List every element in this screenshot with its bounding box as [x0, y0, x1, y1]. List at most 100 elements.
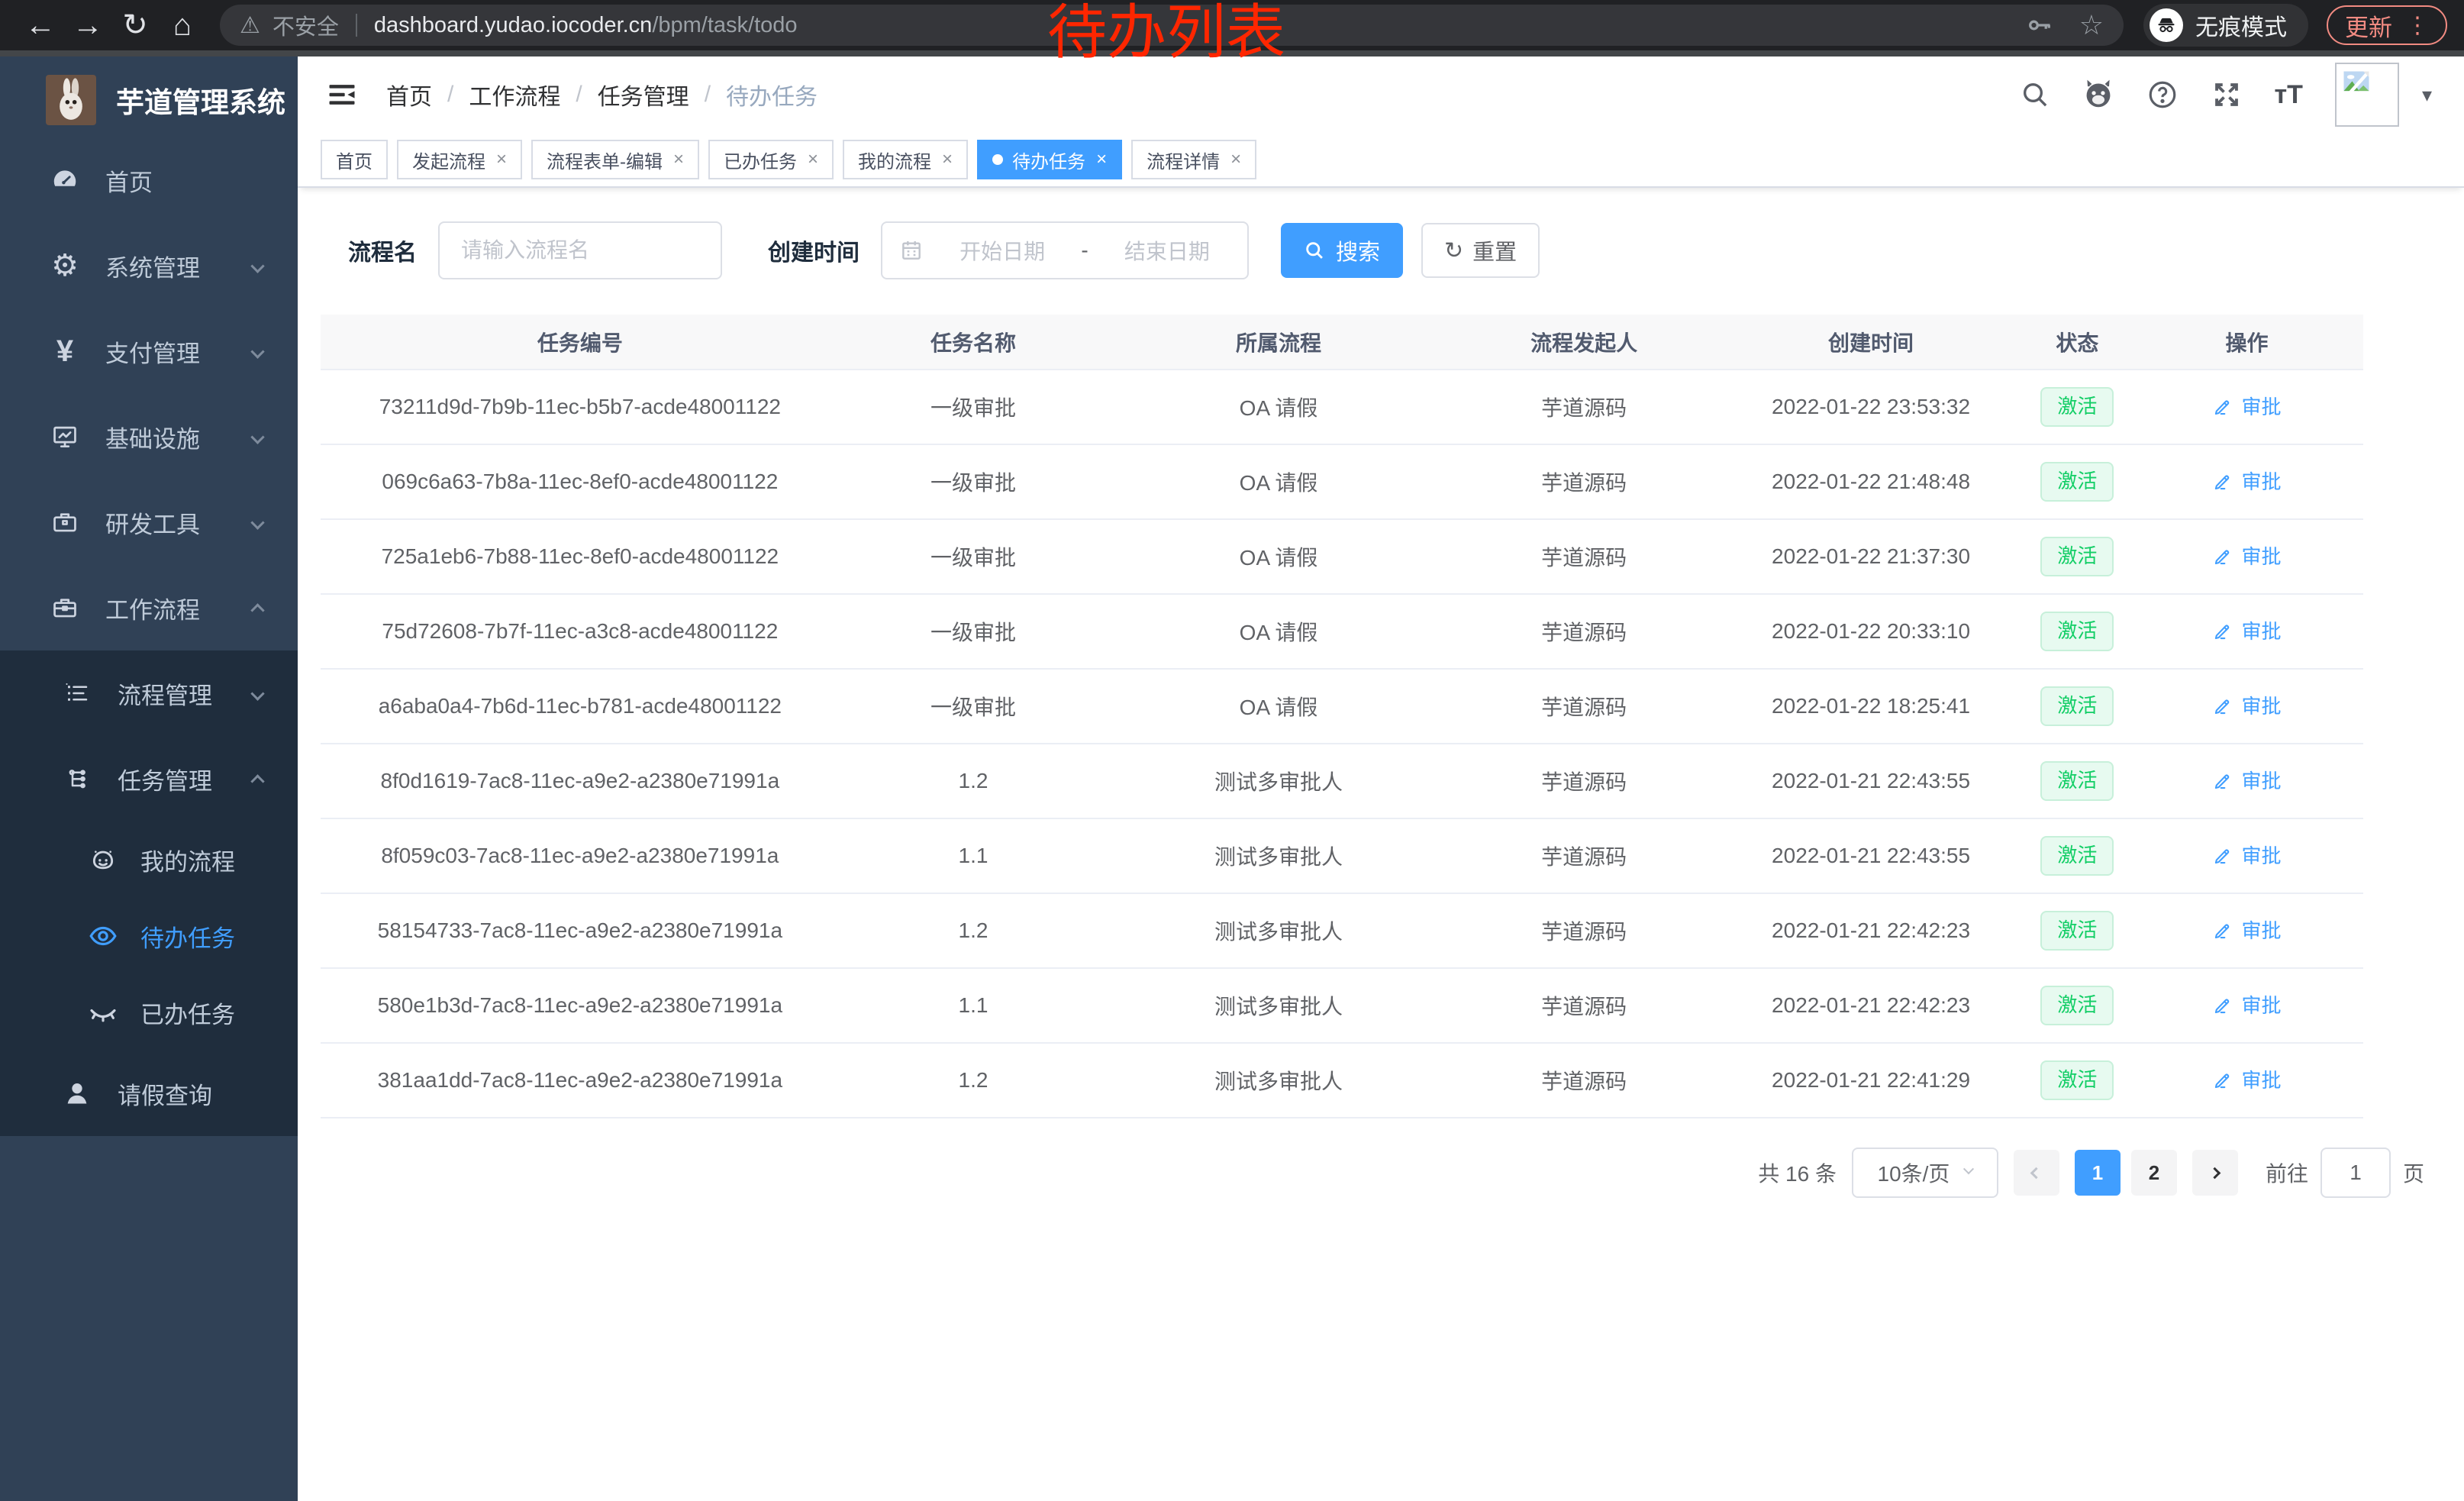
- font-size-icon[interactable]: ᴛT: [2275, 80, 2303, 110]
- sidebar-item-payment-management[interactable]: ¥支付管理: [0, 308, 298, 394]
- home-icon[interactable]: ⌂: [159, 1, 206, 50]
- approve-link[interactable]: 审批: [2212, 691, 2281, 719]
- tab-label: 首页: [336, 147, 373, 173]
- tab-home[interactable]: 首页: [321, 140, 388, 179]
- sidebar-menu: 首页⚙系统管理¥支付管理基础设施研发工具工作流程流程管理任务管理我的流程待办任务…: [0, 137, 298, 1136]
- sidebar-item-infrastructure[interactable]: 基础设施: [0, 394, 298, 479]
- cell-name: 一级审批: [840, 370, 1108, 444]
- cell-process: OA 请假: [1107, 669, 1450, 744]
- pagination: 共 16 条 10条/页 12 前往 页: [298, 1148, 2424, 1198]
- approve-link[interactable]: 审批: [2212, 616, 2281, 644]
- app-logo[interactable]: 芋道管理系统: [0, 56, 298, 137]
- robot-icon: [85, 844, 121, 875]
- approve-link[interactable]: 审批: [2212, 841, 2281, 869]
- tab-todo-tasks[interactable]: 待办任务×: [977, 140, 1122, 179]
- tab-close-icon[interactable]: ×: [673, 149, 684, 170]
- table-row: 75d72608-7b7f-11ec-a3c8-acde48001122一级审批…: [321, 594, 2363, 669]
- process-name-input[interactable]: [438, 221, 722, 279]
- password-key-icon[interactable]: [2026, 11, 2053, 39]
- table-row: 381aa1dd-7ac8-11ec-a9e2-a2380e71991a1.2测…: [321, 1043, 2363, 1118]
- next-page-button[interactable]: [2192, 1150, 2238, 1196]
- collapse-sidebar-icon[interactable]: [325, 78, 359, 111]
- search-button[interactable]: 搜索: [1281, 223, 1403, 278]
- table-row: 069c6a63-7b8a-11ec-8ef0-acde48001122一级审批…: [321, 444, 2363, 519]
- tab-close-icon[interactable]: ×: [496, 149, 507, 170]
- browser-update-button[interactable]: 更新 ⋮: [2327, 5, 2447, 45]
- sidebar-item-label: 我的流程: [140, 843, 235, 877]
- page-size-select[interactable]: 10条/页: [1852, 1148, 1998, 1198]
- browser-menu-icon[interactable]: ⋮: [2406, 12, 2429, 39]
- date-range-picker[interactable]: 开始日期 - 结束日期: [881, 221, 1249, 279]
- cell-name: 一级审批: [840, 444, 1108, 519]
- cell-status: 激活: [2024, 444, 2130, 519]
- sidebar-item-dev-tools[interactable]: 研发工具: [0, 479, 298, 565]
- cell-initiator: 芋道源码: [1450, 669, 1718, 744]
- reload-icon[interactable]: ↻: [111, 1, 159, 50]
- approve-link[interactable]: 审批: [2212, 915, 2281, 944]
- cell-name: 1.1: [840, 968, 1108, 1043]
- tab-close-icon[interactable]: ×: [1096, 149, 1107, 170]
- process-name-label: 流程名: [348, 234, 417, 267]
- sidebar-item-leave-query[interactable]: 请假查询: [0, 1051, 298, 1136]
- incognito-label: 无痕模式: [2195, 8, 2287, 42]
- avatar[interactable]: [2335, 63, 2399, 127]
- forward-icon[interactable]: →: [64, 1, 111, 50]
- approve-label: 审批: [2241, 766, 2281, 794]
- approve-link[interactable]: 审批: [2212, 466, 2281, 495]
- screen: ← → ↻ ⌂ ⚠ 不安全 dashboard.yudao.iocoder.cn…: [0, 0, 2464, 1501]
- sidebar-item-task-management[interactable]: 任务管理: [0, 736, 298, 822]
- cell-initiator: 芋道源码: [1450, 1043, 1718, 1118]
- sidebar-item-home[interactable]: 首页: [0, 137, 298, 223]
- help-icon[interactable]: [2146, 79, 2179, 111]
- filter-bar: 流程名 创建时间 开始日期 - 结束日期: [348, 221, 2464, 279]
- sidebar-item-workflow[interactable]: 工作流程: [0, 565, 298, 650]
- sidebar-item-process-management[interactable]: 流程管理: [0, 650, 298, 736]
- sidebar-item-todo-tasks[interactable]: 待办任务: [0, 898, 298, 974]
- tab-close-icon[interactable]: ×: [1230, 149, 1241, 170]
- goto-page-input[interactable]: [2320, 1148, 2391, 1198]
- tab-close-icon[interactable]: ×: [942, 149, 953, 170]
- tab-my-processes[interactable]: 我的流程×: [843, 140, 968, 179]
- approve-link[interactable]: 审批: [2212, 766, 2281, 794]
- approve-label: 审批: [2241, 691, 2281, 719]
- page-button-1[interactable]: 1: [2075, 1150, 2121, 1196]
- tab-process-detail[interactable]: 流程详情×: [1131, 140, 1256, 179]
- approve-link[interactable]: 审批: [2212, 392, 2281, 420]
- approve-link[interactable]: 审批: [2212, 990, 2281, 1018]
- breadcrumb-item[interactable]: 首页: [386, 78, 432, 111]
- page-url: dashboard.yudao.iocoder.cn/bpm/task/todo: [374, 13, 798, 38]
- cell-action: 审批: [2130, 444, 2363, 519]
- approve-link[interactable]: 审批: [2212, 541, 2281, 570]
- sidebar: 芋道管理系统 首页⚙系统管理¥支付管理基础设施研发工具工作流程流程管理任务管理我…: [0, 56, 298, 1501]
- reset-button[interactable]: ↻ 重置: [1421, 223, 1540, 278]
- monitor-icon: [47, 422, 82, 451]
- prev-page-button[interactable]: [2014, 1150, 2059, 1196]
- tab-close-icon[interactable]: ×: [808, 149, 818, 170]
- search-icon[interactable]: [2020, 79, 2050, 110]
- approve-link[interactable]: 审批: [2212, 1065, 2281, 1093]
- bookmark-star-icon[interactable]: ☆: [2079, 9, 2104, 41]
- avatar-caret-icon[interactable]: ▾: [2422, 83, 2432, 107]
- sidebar-item-system-management[interactable]: ⚙系统管理: [0, 223, 298, 308]
- fullscreen-icon[interactable]: [2211, 79, 2243, 111]
- cell-process: 测试多审批人: [1107, 1043, 1450, 1118]
- back-icon[interactable]: ←: [17, 1, 64, 50]
- breadcrumb-item[interactable]: 工作流程: [469, 78, 560, 111]
- warning-icon[interactable]: ⚠: [240, 12, 260, 39]
- status-badge: 激活: [2040, 761, 2114, 800]
- tab-start-process[interactable]: 发起流程×: [397, 140, 522, 179]
- end-date-placeholder: 结束日期: [1104, 235, 1230, 266]
- tab-done-tasks[interactable]: 已办任务×: [708, 140, 834, 179]
- cell-initiator: 芋道源码: [1450, 519, 1718, 594]
- cell-process: OA 请假: [1107, 370, 1450, 444]
- breadcrumb-item[interactable]: 任务管理: [598, 78, 689, 111]
- tab-label: 流程表单-编辑: [547, 147, 663, 173]
- cell-process: 测试多审批人: [1107, 893, 1450, 968]
- cell-status: 激活: [2024, 1043, 2130, 1118]
- sidebar-item-done-tasks[interactable]: 已办任务: [0, 974, 298, 1051]
- tab-process-form-edit[interactable]: 流程表单-编辑 ×: [531, 140, 699, 179]
- column-header-name: 任务名称: [840, 315, 1108, 370]
- sidebar-item-my-processes[interactable]: 我的流程: [0, 822, 298, 898]
- github-icon[interactable]: [2082, 79, 2114, 111]
- page-button-2[interactable]: 2: [2131, 1150, 2177, 1196]
